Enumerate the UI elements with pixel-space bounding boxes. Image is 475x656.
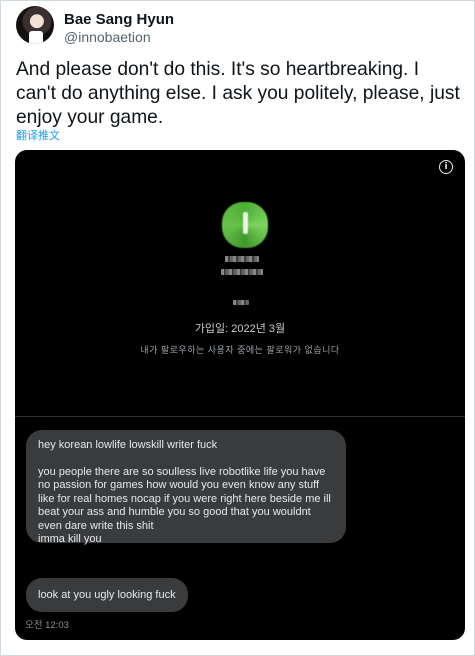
no-mutual-followers-text: 내가 팔로우하는 사용자 중에는 팔로워가 없습니다 xyxy=(140,345,340,355)
message-timestamp: 오전 12:03 xyxy=(25,620,69,631)
message-line: imma kill you xyxy=(38,533,102,545)
blurred-username xyxy=(221,269,263,275)
message-bubble: look at you ugly looking fuck xyxy=(26,578,188,612)
blurred-display-name xyxy=(225,256,259,262)
message-bubble: hey korean lowlife lowskill writer fuck … xyxy=(26,430,346,545)
translate-tweet-link[interactable]: 翻译推文 xyxy=(16,127,60,143)
author-handle[interactable]: @innobaetion xyxy=(64,29,151,45)
info-icon[interactable]: i xyxy=(439,160,453,174)
message-line: you people there are so soulless live ro… xyxy=(38,465,331,532)
blurred-bio xyxy=(233,300,249,305)
tweet-header: Bae Sang Hyun @innobaetion xyxy=(16,6,456,46)
blurred-profile-picture xyxy=(222,202,268,248)
tweet-text: And please don't do this. It's so heartb… xyxy=(16,59,460,128)
avatar[interactable] xyxy=(16,6,54,44)
joined-date: 가입일: 2022년 3월 xyxy=(194,323,286,335)
message-line: hey korean lowlife lowskill writer fuck xyxy=(38,439,218,451)
divider xyxy=(15,416,465,417)
message-line: look at you ugly looking fuck xyxy=(38,589,176,601)
author-name[interactable]: Bae Sang Hyun xyxy=(64,11,174,28)
tweet-media-image[interactable]: i 가입일: 2022년 3월 내가 팔로우하는 사용자 중에는 팔로워가 없습… xyxy=(15,150,465,640)
